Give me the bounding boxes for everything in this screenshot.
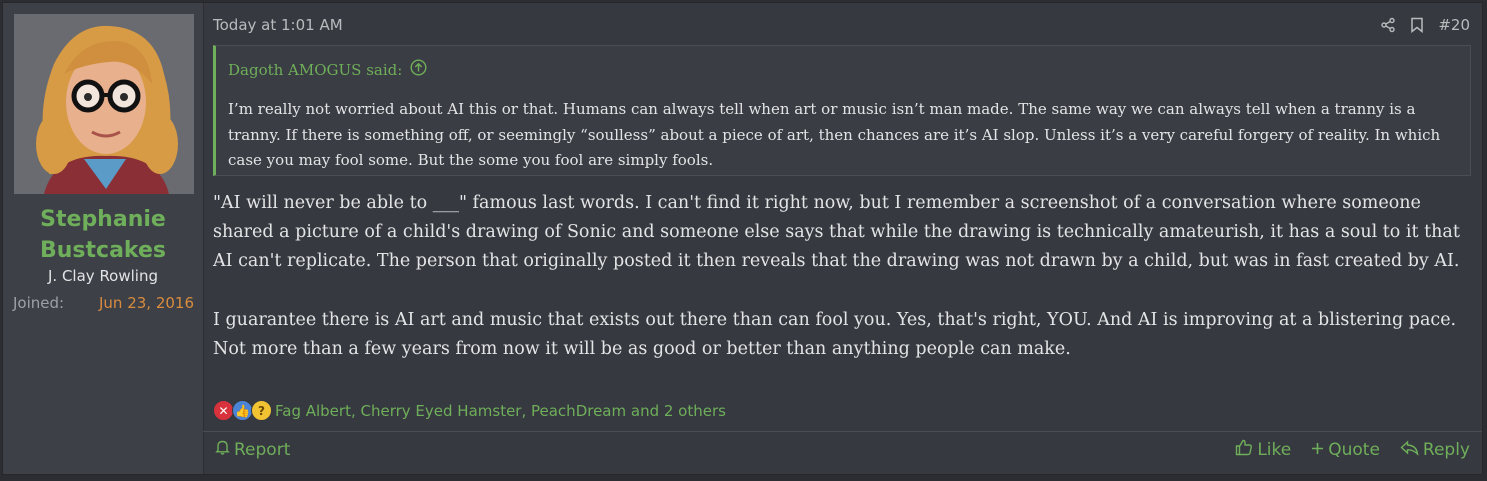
bookmark-icon[interactable] (1410, 17, 1424, 33)
user-title: J. Clay Rowling (48, 267, 158, 285)
quote-header[interactable]: Dagoth AMOGUS said: (228, 59, 427, 80)
forum-post: Stephanie Bustcakes J. Clay Rowling Join… (2, 2, 1483, 475)
reply-arrow-icon (1400, 439, 1419, 461)
post-actions: Like Quote Reply (1235, 439, 1470, 461)
thumbs-up-outline-icon (1235, 439, 1253, 461)
report-button[interactable]: Report (215, 439, 290, 460)
quote-label[interactable]: Quote (1328, 440, 1380, 460)
quote-author[interactable]: Dagoth AMOGUS said: (228, 61, 402, 79)
joined-date: Jun 23, 2016 (98, 294, 194, 312)
like-label[interactable]: Like (1257, 440, 1291, 460)
message-paragraph: I guarantee there is AI art and music th… (213, 309, 1457, 359)
dislike-x-icon: ✕ (213, 400, 234, 421)
thumbs-up-icon: 👍 (232, 400, 253, 421)
quote-button[interactable]: Quote (1311, 439, 1380, 461)
post-date[interactable]: Today at 1:01 AM (213, 16, 343, 34)
post-main: Today at 1:01 AM #20 Dagoth AMOGUS said: (203, 3, 1482, 474)
username[interactable]: Stephanie Bustcakes (3, 204, 203, 266)
post-number[interactable]: #20 (1438, 16, 1470, 34)
quote-block: Dagoth AMOGUS said: I’m really not worri… (213, 45, 1471, 176)
quote-text: I’m really not worried about AI this or … (228, 100, 1441, 169)
like-button[interactable]: Like (1235, 439, 1291, 461)
reply-button[interactable]: Reply (1400, 439, 1470, 461)
avatar[interactable] (14, 14, 194, 194)
reactions-bar[interactable]: ✕ 👍 ? Fag Albert, Cherry Eyed Hamster, P… (213, 400, 726, 421)
footer-divider (203, 431, 1482, 432)
bell-icon (215, 439, 230, 460)
post-header-actions: #20 (1380, 16, 1470, 34)
message-paragraph: "AI will never be able to ___" famous la… (213, 193, 1460, 272)
username-line1[interactable]: Stephanie (3, 204, 203, 235)
joined-label: Joined: (13, 294, 65, 312)
reactions-list[interactable]: Fag Albert, Cherry Eyed Hamster, PeachDr… (275, 402, 726, 420)
thinking-face-icon: ? (251, 400, 272, 421)
report-label[interactable]: Report (234, 440, 290, 460)
message-body: "AI will never be able to ___" famous la… (213, 189, 1475, 364)
user-sidebar: Stephanie Bustcakes J. Clay Rowling Join… (3, 3, 204, 474)
plus-icon (1311, 440, 1324, 460)
arrow-up-circle-icon[interactable] (410, 59, 427, 80)
username-line2[interactable]: Bustcakes (3, 235, 203, 266)
share-icon[interactable] (1380, 17, 1396, 33)
reaction-icons[interactable]: ✕ 👍 ? (213, 400, 272, 421)
reply-label[interactable]: Reply (1423, 440, 1470, 460)
